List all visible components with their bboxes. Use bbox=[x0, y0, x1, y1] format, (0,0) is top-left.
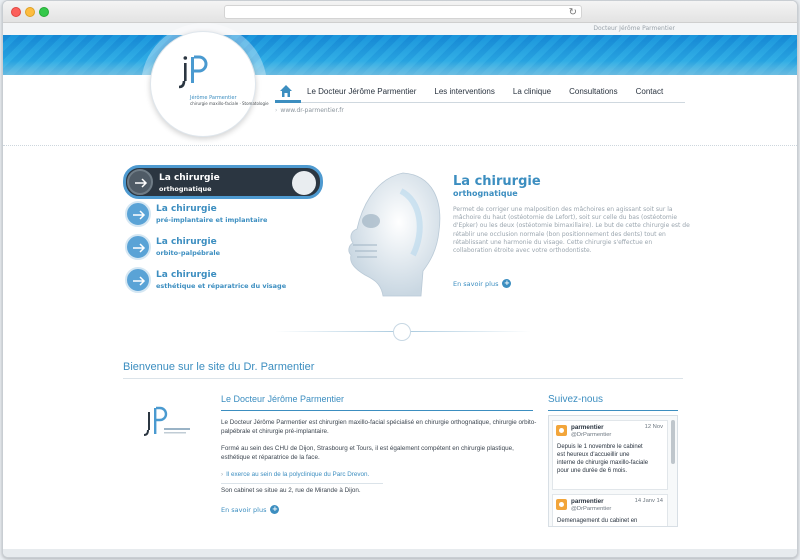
tweet-handle[interactable]: @DrParmentier bbox=[571, 506, 611, 512]
twitter-avatar-icon bbox=[556, 499, 567, 510]
divider-logo-icon bbox=[393, 323, 411, 341]
tweet-date: 12 Nov bbox=[644, 424, 663, 430]
nav-item-consultations[interactable]: Consultations bbox=[569, 87, 617, 96]
address-bar[interactable]: ↻ bbox=[224, 5, 582, 19]
tweet[interactable]: parmentier @DrParmentier 14 Janv 14 Deme… bbox=[552, 494, 668, 526]
tweet-text: Demenagement du cabinet en bbox=[557, 518, 638, 524]
reload-icon[interactable]: ↻ bbox=[569, 6, 577, 19]
twitter-title-underline bbox=[548, 410, 678, 411]
feature-description: Permet de corriger une malposition des m… bbox=[453, 206, 690, 255]
logo-badge-icon bbox=[292, 171, 316, 195]
tweet-author: parmentier bbox=[571, 498, 604, 505]
plus-icon: + bbox=[502, 279, 512, 288]
twitter-title: Suivez-nous bbox=[548, 394, 604, 405]
feature-menu-subtitle: orthognatique bbox=[159, 185, 212, 193]
logo-monogram-icon bbox=[178, 55, 208, 89]
twitter-feed[interactable]: parmentier @DrParmentier 12 Nov Depuis l… bbox=[548, 415, 678, 527]
arrow-right-icon bbox=[127, 169, 153, 195]
clinic-link-underline bbox=[221, 483, 383, 484]
feature-menu-subtitle: pré-implantaire et implantaire bbox=[156, 216, 268, 224]
feature-more-link[interactable]: En savoir plus + bbox=[453, 279, 512, 288]
feature-menu-item-orbito[interactable]: La chirurgie orbito-palpébrale bbox=[123, 232, 323, 264]
nav-item-docteur[interactable]: Le Docteur Jérôme Parmentier bbox=[307, 87, 416, 96]
nav-item-contact[interactable]: Contact bbox=[636, 87, 664, 96]
site-owner-name: Docteur Jérôme Parmentier bbox=[593, 25, 675, 32]
tweet-handle[interactable]: @DrParmentier bbox=[571, 432, 611, 438]
feature-menu-subtitle: esthétique et réparatrice du visage bbox=[156, 282, 287, 290]
logo-subtitle: chirurgie maxillo-faciale · Stomatologie bbox=[190, 101, 269, 106]
feature-menu-item-orthognatique[interactable]: La chirurgie orthognatique bbox=[123, 165, 323, 199]
doctor-logo-icon bbox=[143, 406, 190, 436]
breadcrumb-url[interactable]: www.dr-parmentier.fr bbox=[280, 107, 343, 114]
nav-item-interventions[interactable]: Les interventions bbox=[434, 87, 494, 96]
browser-toolbar: ↻ bbox=[3, 1, 797, 23]
feature-menu-subtitle: orbito-palpébrale bbox=[156, 249, 221, 257]
feature-title: La chirurgie bbox=[453, 174, 541, 189]
breadcrumb: › www.dr-parmentier.fr bbox=[275, 107, 344, 114]
doctor-paragraph-2: Formé au sein des CHU de Dijon, Strasbou… bbox=[221, 445, 514, 461]
welcome-underline bbox=[123, 378, 683, 379]
doctor-paragraph-1: Le Docteur Jérôme Parmentier est chirurg… bbox=[221, 419, 537, 435]
doctor-section-title: Le Docteur Jérôme Parmentier bbox=[221, 394, 345, 404]
feature-menu-title: La chirurgie bbox=[159, 173, 220, 183]
main-nav: Le Docteur Jérôme Parmentier Les interve… bbox=[279, 83, 681, 99]
clinic-link[interactable]: › Il exerce au sein de la polyclinique du… bbox=[221, 471, 369, 478]
tweet-text: Depuis le 1 novembre le cabinet est heur… bbox=[557, 444, 649, 474]
breadcrumb-arrow-icon: › bbox=[275, 107, 278, 114]
twitter-avatar-icon bbox=[556, 425, 567, 436]
twitter-scrollbar[interactable] bbox=[671, 420, 675, 464]
nav-underline bbox=[275, 102, 685, 103]
feature-subtitle: orthognatique bbox=[453, 189, 518, 198]
doctor-more-label: En savoir plus bbox=[221, 505, 267, 514]
header-band bbox=[3, 35, 797, 75]
arrow-right-icon bbox=[125, 201, 151, 227]
skull-illustration bbox=[348, 172, 441, 297]
header-separator bbox=[3, 145, 797, 146]
maximize-window-button[interactable] bbox=[39, 7, 49, 17]
arrow-right-icon bbox=[125, 234, 151, 260]
clinic-link-label: Il exerce au sein de la polyclinique du … bbox=[226, 471, 370, 478]
feature-menu-item-esthetique[interactable]: La chirurgie esthétique et réparatrice d… bbox=[123, 265, 323, 297]
doctor-paragraph-3: Son cabinet se situe au 2, rue de Mirand… bbox=[221, 487, 361, 494]
tweet-date: 14 Janv 14 bbox=[634, 498, 663, 504]
minimize-window-button[interactable] bbox=[25, 7, 35, 17]
nav-item-clinique[interactable]: La clinique bbox=[513, 87, 551, 96]
browser-window: ↻ Docteur Jérôme Parmentier Jérôme Parme… bbox=[2, 0, 798, 558]
feature-more-label: En savoir plus bbox=[453, 279, 499, 288]
welcome-title: Bienvenue sur le site du Dr. Parmentier bbox=[123, 361, 315, 373]
plus-icon: + bbox=[270, 505, 280, 514]
feature-menu-title: La chirurgie bbox=[156, 204, 217, 214]
nav-active-indicator bbox=[275, 100, 301, 103]
close-window-button[interactable] bbox=[11, 7, 21, 17]
feature-menu-item-implantaire[interactable]: La chirurgie pré-implantaire et implanta… bbox=[123, 199, 323, 231]
arrow-right-icon bbox=[125, 267, 151, 293]
doctor-more-link[interactable]: En savoir plus + bbox=[221, 505, 280, 514]
footer-strip bbox=[3, 549, 797, 557]
home-icon[interactable] bbox=[279, 84, 293, 98]
link-arrow-icon: › bbox=[221, 471, 224, 478]
feature-menu-title: La chirurgie bbox=[156, 270, 217, 280]
tweet-author: parmentier bbox=[571, 424, 604, 431]
tweet[interactable]: parmentier @DrParmentier 12 Nov Depuis l… bbox=[552, 420, 668, 490]
feature-menu-title: La chirurgie bbox=[156, 237, 217, 247]
top-strip: Docteur Jérôme Parmentier bbox=[3, 23, 797, 35]
doctor-title-underline bbox=[221, 410, 533, 411]
